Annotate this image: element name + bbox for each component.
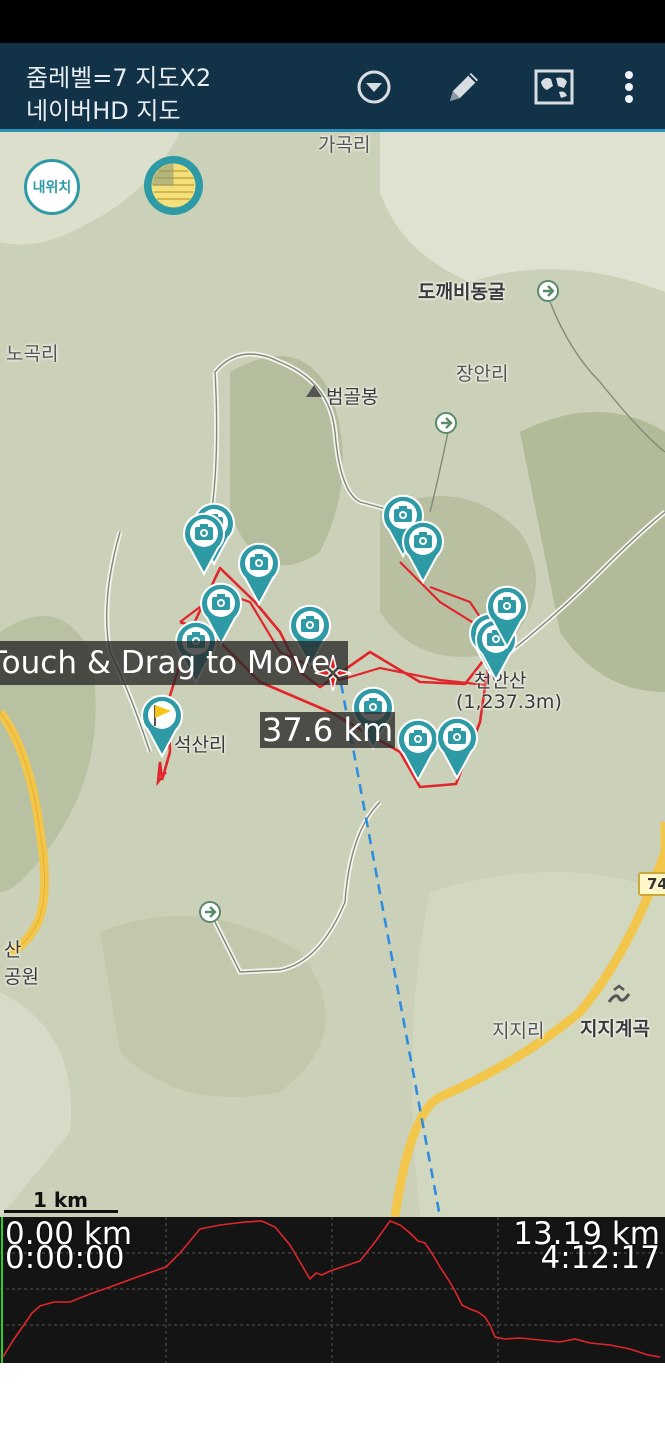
label-cheonansan-height: (1,237.3m) [456, 691, 562, 713]
map-view[interactable]: 내위치 가곡리 도깨비동굴 노곡리 장안리 범골봉 천안산 (1,237.3m)… [0, 132, 665, 1217]
distance-overlay: 37.6 km [260, 711, 396, 749]
edit-button[interactable] [438, 61, 490, 113]
crosshair-icon [314, 654, 352, 692]
photo-waypoint-pin[interactable] [237, 542, 281, 606]
scale-bar [4, 1210, 118, 1213]
status-bar [0, 0, 665, 43]
app-bar: 줌레벨=7 지도X2 네이버HD 지도 [0, 43, 665, 132]
label-beomgolbong: 범골봉 [326, 386, 379, 408]
my-location-label: 내위치 [32, 180, 72, 196]
direction-arrow-icon [435, 412, 457, 434]
label-park-2: 공원 [4, 966, 39, 988]
label-jangan-ri: 장안리 [456, 363, 509, 385]
elevation-profile[interactable]: 0.00 km 0:00:00 13.19 km 4:12:17 [0, 1217, 665, 1363]
drag-hint-overlay: Touch & Drag to Move [0, 641, 348, 685]
label-jiji-valley: 지지계곡 [580, 1018, 650, 1040]
scale-label: 1 km [33, 1188, 89, 1212]
my-location-button[interactable]: 내위치 [24, 159, 80, 215]
peak-marker-beomgolbong [306, 385, 322, 397]
dropdown-circle-icon [357, 70, 391, 104]
photo-waypoint-pin[interactable] [396, 718, 440, 782]
label-park-1: 산 [4, 939, 22, 961]
direction-arrow-icon [199, 901, 221, 923]
photo-waypoint-pin[interactable] [401, 520, 445, 584]
overflow-menu-button[interactable] [603, 61, 655, 113]
route-shield: 74 [638, 872, 665, 896]
direction-arrow-icon [537, 280, 559, 302]
map-layer-button[interactable] [144, 156, 203, 215]
pencil-icon [450, 73, 478, 101]
map-icon [534, 69, 574, 105]
start-time: 0:00:00 [5, 1240, 125, 1276]
map-source-title: 네이버HD 지도 [26, 97, 181, 125]
layers-icon [151, 163, 196, 208]
end-time: 4:12:17 [540, 1240, 660, 1276]
label-jijiri: 지지리 [492, 1020, 545, 1042]
photo-waypoint-pin[interactable] [485, 585, 529, 649]
start-flag-pin[interactable] [140, 694, 184, 758]
valley-marker-icon [607, 984, 631, 1003]
photo-waypoint-pin[interactable] [435, 716, 479, 780]
photo-waypoint-pin[interactable] [182, 512, 226, 576]
route-number: 74 [647, 875, 665, 893]
label-nogokri: 노곡리 [6, 343, 59, 365]
label-dokkaebi-cave: 도깨비동굴 [418, 281, 506, 303]
dropdown-button[interactable] [348, 61, 400, 113]
map-select-button[interactable] [528, 61, 580, 113]
more-vert-icon [625, 71, 633, 103]
zoom-level-title: 줌레벨=7 지도X2 [26, 64, 212, 92]
label-gagokri: 가곡리 [318, 134, 371, 156]
